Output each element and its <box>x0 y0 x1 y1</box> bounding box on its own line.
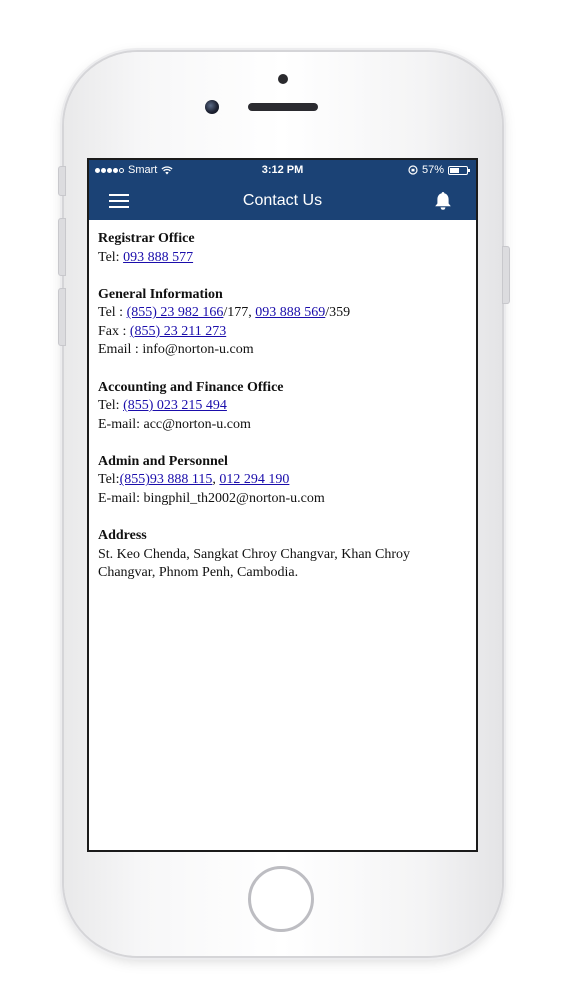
section-heading: Address <box>98 528 147 544</box>
battery-icon <box>448 165 470 175</box>
status-bar: Smart 3:12 PM 57% <box>89 160 476 182</box>
page-title: Contact Us <box>242 192 323 209</box>
volume-down-button <box>58 288 66 346</box>
registrar-tel-line: Tel: 093 888 577 <box>98 249 467 268</box>
app-screen: Smart 3:12 PM 57% Contact Us Registrar O… <box>87 158 478 852</box>
general-phone-link-1[interactable]: (855) 23 982 166 <box>127 305 224 320</box>
accounting-phone-link[interactable]: (855) 023 215 494 <box>123 398 227 413</box>
app-header: Contact Us <box>89 182 476 220</box>
battery-fill <box>450 167 460 173</box>
section-heading: Registrar Office <box>98 231 195 246</box>
tel-extension: /177, <box>223 305 256 321</box>
address-section: Address St. Keo Chenda, Sangkat Chroy Ch… <box>98 527 467 583</box>
accounting-email-line: E-mail: acc@norton-u.com <box>98 416 251 432</box>
orientation-lock-icon <box>408 165 418 175</box>
tel-label: Tel: <box>98 249 124 265</box>
admin-tel-line: Tel:(855)93 888 115, 012 294 190 <box>98 471 467 490</box>
tel-label: Tel: <box>98 472 120 488</box>
admin-phone-link-1[interactable]: (855)93 888 115 <box>120 472 213 487</box>
tel-label: Tel : <box>98 305 127 321</box>
general-fax-link[interactable]: (855) 23 211 273 <box>130 324 226 339</box>
contact-content: Registrar Office Tel: 093 888 577 Genera… <box>89 220 476 583</box>
general-information-section: General Information Tel : (855) 23 982 1… <box>98 286 467 360</box>
home-button[interactable] <box>248 866 314 932</box>
front-camera <box>205 100 219 114</box>
section-heading: General Information <box>98 286 223 302</box>
volume-up-button <box>58 218 66 276</box>
general-tel-line: Tel : (855) 23 982 166/177, 093 888 569/… <box>98 304 467 323</box>
accounting-tel-line: Tel: (855) 023 215 494 <box>98 397 467 416</box>
section-heading: Accounting and Finance Office <box>98 379 284 395</box>
general-fax-line: Fax : (855) 23 211 273 <box>98 323 467 342</box>
admin-email-line: E-mail: bingphil_th2002@norton-u.com <box>98 491 325 507</box>
admin-phone-link-2[interactable]: 012 294 190 <box>219 472 289 487</box>
proximity-sensor <box>278 74 288 84</box>
status-right: 57% <box>408 164 470 176</box>
general-email-line: Email : info@norton-u.com <box>98 342 254 358</box>
address-text: St. Keo Chenda, Sangkat Chroy Changvar, … <box>98 546 411 581</box>
bell-icon[interactable] <box>434 191 452 211</box>
registrar-section: Registrar Office Tel: 093 888 577 <box>98 230 467 267</box>
power-button <box>502 246 510 304</box>
mute-switch <box>58 166 66 196</box>
general-phone-link-2[interactable]: 093 888 569 <box>255 305 325 320</box>
tel-label: Tel: <box>98 398 124 414</box>
fax-label: Fax : <box>98 323 130 339</box>
tel-extension: /359 <box>325 305 351 321</box>
admin-section: Admin and Personnel Tel:(855)93 888 115,… <box>98 453 467 509</box>
earpiece-speaker <box>248 103 318 111</box>
accounting-section: Accounting and Finance Office Tel: (855)… <box>98 379 467 435</box>
section-heading: Admin and Personnel <box>98 453 228 469</box>
registrar-phone-link[interactable]: 093 888 577 <box>123 250 193 265</box>
battery-percent: 57% <box>421 164 444 176</box>
